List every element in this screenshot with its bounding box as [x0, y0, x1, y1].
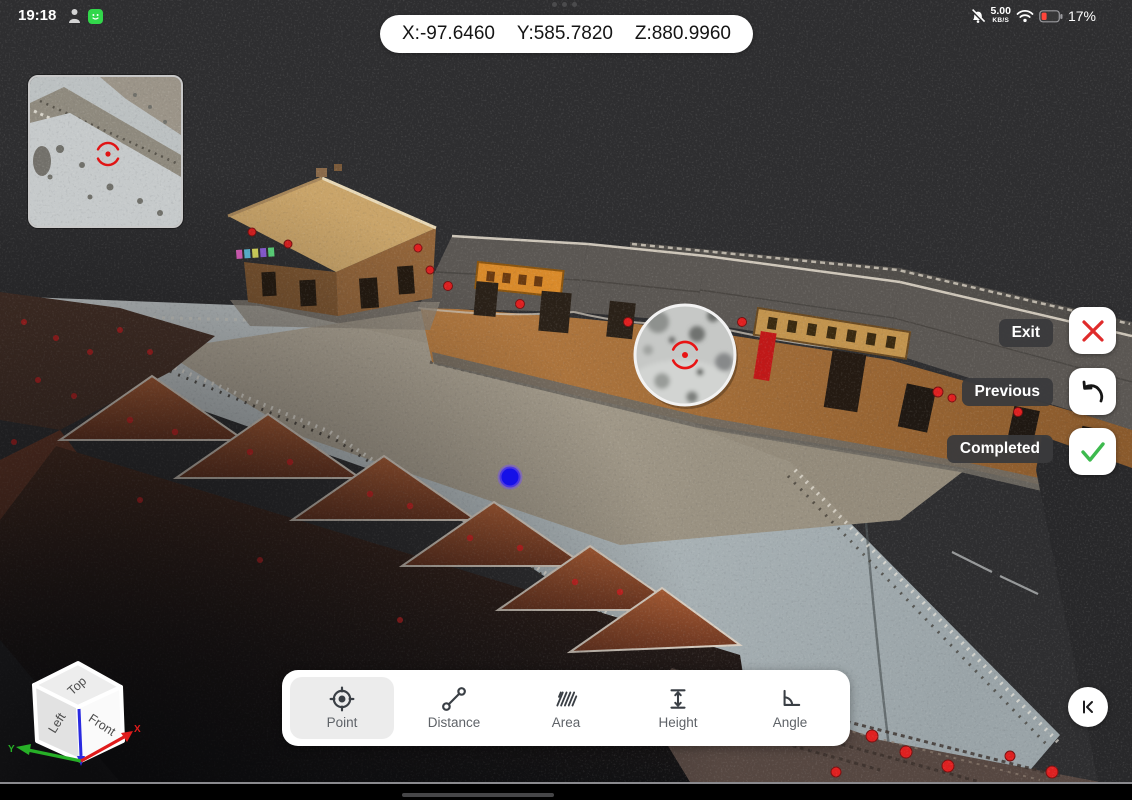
person-icon [68, 8, 81, 24]
home-indicator[interactable] [402, 793, 554, 797]
previous-label: Previous [962, 378, 1053, 406]
axis-x-label: X [134, 724, 141, 735]
coordinate-z: Z:880.9960 [635, 23, 731, 45]
app-badge-icon [88, 9, 103, 24]
distance-segment-icon [441, 686, 467, 712]
tool-distance-label: Distance [428, 715, 481, 730]
status-right-icons: 5.00 KB/S 17% [970, 7, 1096, 25]
exit-label: Exit [999, 319, 1053, 347]
hatched-area-icon [553, 686, 579, 712]
coordinate-readout: X:-97.6460 Y:585.7820 Z:880.9960 [380, 15, 753, 53]
tool-point[interactable]: Point [290, 677, 394, 739]
height-arrows-icon [665, 686, 691, 712]
check-icon [1079, 440, 1107, 464]
completed-label: Completed [947, 435, 1053, 463]
app-screen: Y X Top Left Front 19:18 5.00 KB [0, 0, 1132, 800]
tool-distance[interactable]: Distance [402, 677, 506, 739]
camera-indicator-dots [552, 2, 577, 7]
axis-z-edge [79, 709, 81, 756]
tool-area[interactable]: Area [514, 677, 618, 739]
axis-y-label: Y [8, 744, 15, 755]
angle-icon [777, 686, 803, 712]
minimap-preview [28, 75, 183, 228]
tool-height[interactable]: Height [626, 677, 730, 739]
previous-button[interactable] [1069, 368, 1116, 415]
battery-percent: 17% [1068, 8, 1096, 24]
tool-angle-label: Angle [773, 715, 808, 730]
measurement-point-marker [500, 467, 521, 488]
close-x-icon [1080, 318, 1106, 344]
network-speed: 5.00 KB/S [991, 7, 1011, 25]
clock-time: 19:18 [18, 7, 56, 24]
completed-button[interactable] [1069, 428, 1116, 475]
coordinate-x: X:-97.6460 [402, 23, 495, 45]
network-speed-unit: KB/S [992, 16, 1009, 25]
wifi-icon [1016, 9, 1034, 23]
undo-arrow-icon [1079, 379, 1107, 405]
measurement-toolbar: Point Distance Area [282, 670, 850, 746]
collapse-chevron-icon [1079, 698, 1097, 716]
coordinate-y: Y:585.7820 [517, 23, 613, 45]
status-left-icons [68, 8, 103, 24]
battery-icon [1039, 10, 1063, 23]
bottom-letterbox [0, 784, 1132, 800]
tool-height-label: Height [658, 715, 697, 730]
crosshair-point-icon [329, 686, 355, 712]
tool-area-label: Area [552, 715, 581, 730]
network-speed-value: 5.00 [991, 7, 1011, 16]
exit-button[interactable] [1069, 307, 1116, 354]
tool-angle[interactable]: Angle [738, 677, 842, 739]
bell-muted-icon [970, 8, 986, 24]
tool-point-label: Point [327, 715, 358, 730]
collapse-toolbar-button[interactable] [1068, 687, 1108, 727]
